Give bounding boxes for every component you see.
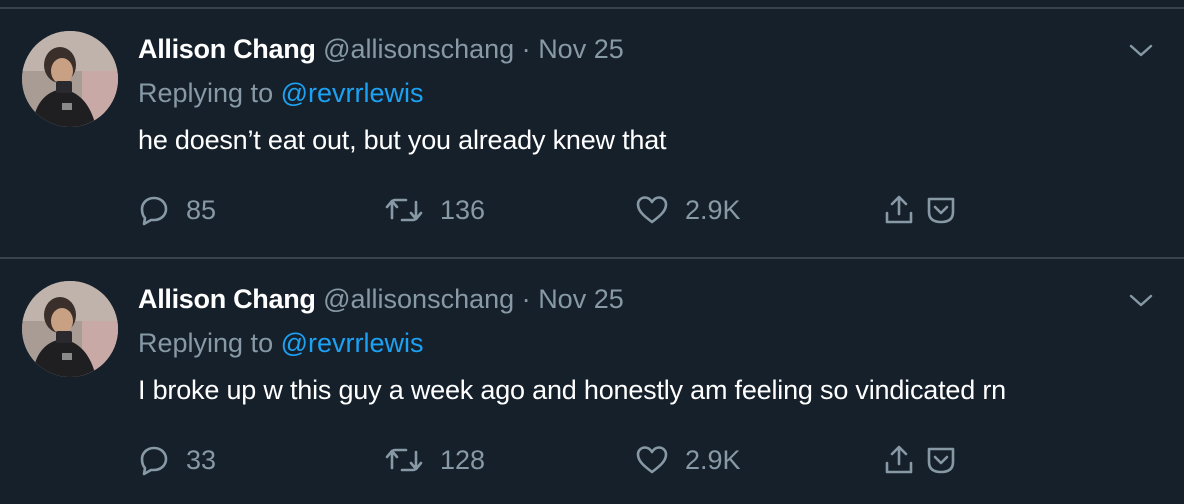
tweet[interactable]: Allison Chang @allisonschang · Nov 25 Re… (0, 7, 1184, 247)
share-button[interactable] (882, 192, 916, 228)
reply-count: 33 (186, 444, 217, 475)
chevron-down-icon[interactable] (1128, 291, 1154, 311)
retweet-icon (385, 448, 423, 472)
retweet-count: 128 (440, 444, 486, 475)
bookmark-button[interactable] (924, 442, 958, 478)
like-icon (636, 446, 668, 474)
replying-to: Replying to @revrrlewis (138, 75, 424, 111)
tweet-actions: 33 128 2.9K (138, 440, 1138, 480)
author-name[interactable]: Allison Chang (138, 284, 316, 314)
replying-to: Replying to @revrrlewis (138, 325, 424, 361)
reply-icon (140, 446, 168, 476)
reply-count: 85 (186, 194, 217, 225)
tweet-text: he doesn’t eat out, but you already knew… (138, 125, 667, 155)
separator-dot: · (521, 34, 531, 64)
retweet-count: 136 (440, 194, 486, 225)
author-name[interactable]: Allison Chang (138, 34, 316, 64)
replying-mention-link[interactable]: @revrrlewis (281, 328, 424, 358)
tweet-header: Allison Chang @allisonschang · Nov 25 (138, 31, 624, 67)
like-count: 2.9K (685, 194, 741, 225)
tweet-text: I broke up w this guy a week ago and hon… (138, 375, 1006, 405)
replying-prefix: Replying to (138, 78, 274, 108)
like-button[interactable]: 2.9K (635, 440, 741, 480)
reply-button[interactable]: 85 (138, 190, 216, 230)
retweet-button[interactable]: 128 (384, 440, 485, 480)
replying-prefix: Replying to (138, 328, 274, 358)
retweet-icon (385, 198, 423, 222)
share-icon (885, 195, 913, 224)
tweet-date[interactable]: Nov 25 (538, 34, 624, 64)
tweet[interactable]: Allison Chang @allisonschang · Nov 25 Re… (0, 257, 1184, 497)
bookmark-icon (927, 197, 955, 224)
replying-mention-link[interactable]: @revrrlewis (281, 78, 424, 108)
reply-icon (140, 196, 168, 226)
share-icon (885, 445, 913, 474)
author-handle[interactable]: @allisonschang (323, 284, 514, 314)
like-count: 2.9K (685, 444, 741, 475)
tweet-date[interactable]: Nov 25 (538, 284, 624, 314)
share-button[interactable] (882, 442, 916, 478)
avatar[interactable] (22, 281, 118, 377)
author-handle[interactable]: @allisonschang (323, 34, 514, 64)
retweet-button[interactable]: 136 (384, 190, 485, 230)
avatar[interactable] (22, 31, 118, 127)
tweet-header: Allison Chang @allisonschang · Nov 25 (138, 281, 624, 317)
bookmark-icon (927, 447, 955, 474)
like-icon (636, 196, 668, 224)
bookmark-button[interactable] (924, 192, 958, 228)
like-button[interactable]: 2.9K (635, 190, 741, 230)
chevron-down-icon[interactable] (1128, 41, 1154, 61)
reply-button[interactable]: 33 (138, 440, 216, 480)
tweet-actions: 85 136 2.9K (138, 190, 1138, 230)
separator-dot: · (521, 284, 531, 314)
